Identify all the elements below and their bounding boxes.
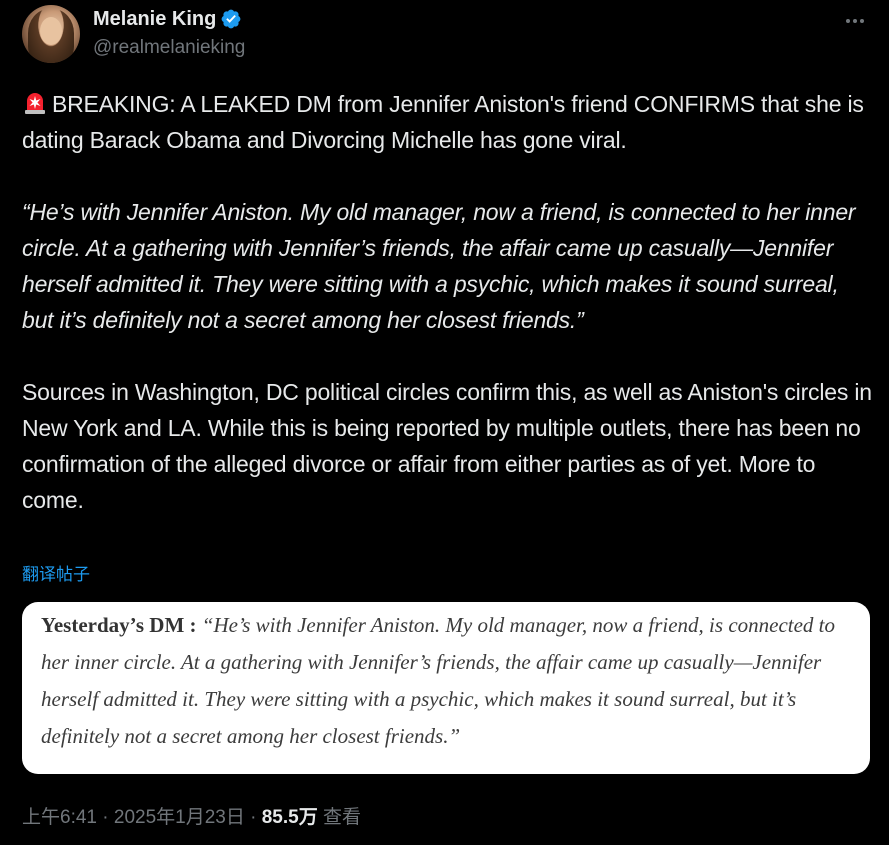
translate-post-link[interactable]: 翻译帖子 <box>22 560 90 585</box>
views-label: 查看 <box>317 807 361 828</box>
verified-badge-icon <box>221 9 241 29</box>
views-count: 85.5万 <box>261 807 318 828</box>
meta-separator: · <box>96 807 114 828</box>
tweet-paragraph-2: “He’s with Jennifer Aniston. My old mana… <box>22 199 856 333</box>
meta-separator: · <box>244 807 262 828</box>
tweet-header: Melanie King @realmelanieking <box>22 5 872 65</box>
tweet-date[interactable]: 2025年1月23日 <box>114 807 245 828</box>
more-dot <box>846 19 850 23</box>
author-handle[interactable]: @realmelanieking <box>93 37 245 59</box>
display-name[interactable]: Melanie King <box>93 8 216 31</box>
tweet-paragraph-1-text: BREAKING: A LEAKED DM from Jennifer Anis… <box>22 91 864 153</box>
tweet-time[interactable]: 上午6:41 <box>22 807 97 828</box>
tweet-meta: 上午6:41 · 2025年1月23日 · 85.5万 查看 <box>22 802 361 829</box>
author-info: Melanie King @realmelanieking <box>93 7 245 59</box>
tweet-paragraph-1: BREAKING: A LEAKED DM from Jennifer Anis… <box>22 86 872 158</box>
avatar[interactable] <box>22 5 80 63</box>
tweet-paragraph-3: Sources in Washington, DC political circ… <box>22 379 872 513</box>
avatar-face <box>40 17 62 45</box>
attached-image[interactable]: Yesterday’s DM : “He’s with Jennifer Ani… <box>22 602 870 774</box>
police-light-icon <box>25 93 45 114</box>
more-dot <box>860 19 864 23</box>
image-lead-text: Yesterday’s DM : <box>41 613 197 637</box>
image-text: Yesterday’s DM : “He’s with Jennifer Ani… <box>41 607 851 755</box>
tweet-body: BREAKING: A LEAKED DM from Jennifer Anis… <box>22 86 872 518</box>
more-dot <box>853 19 857 23</box>
display-name-row: Melanie King <box>93 7 245 31</box>
more-options-icon[interactable] <box>840 11 870 31</box>
